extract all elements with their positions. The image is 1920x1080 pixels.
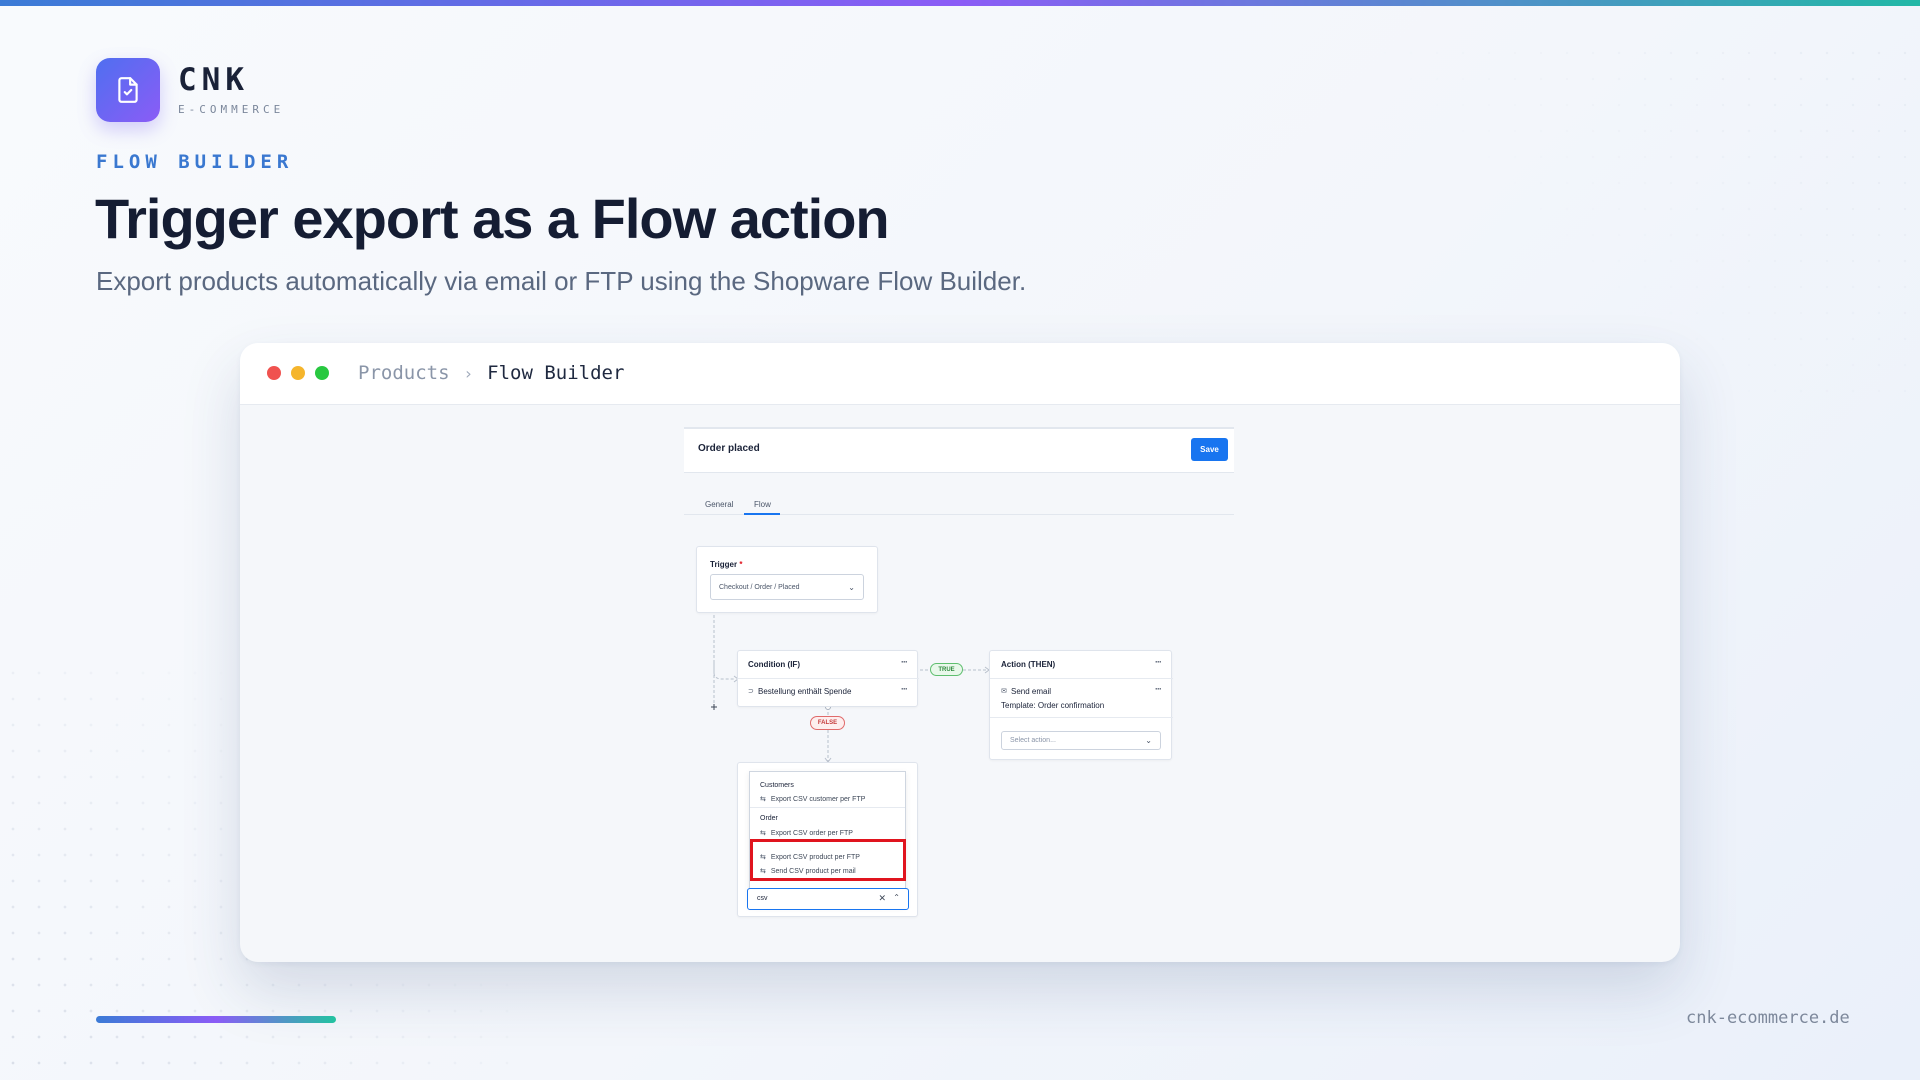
true-badge: TRUE (930, 663, 963, 676)
chevron-down-icon: ⌄ (1145, 736, 1152, 745)
more-options-icon[interactable]: ··· (901, 657, 908, 667)
top-gradient-bar (0, 0, 1920, 6)
rule-options-icon[interactable]: ··· (901, 684, 908, 694)
action-divider (990, 678, 1173, 679)
export-icon: ⇆ (760, 830, 766, 837)
group-divider (750, 807, 905, 808)
action-search-input[interactable]: csv ✕ ⌃ (747, 888, 909, 910)
action-item: Send email (1011, 687, 1052, 696)
rule-icon: ⊃ (748, 688, 754, 695)
brand-tagline: E-COMMERCE (178, 103, 285, 116)
chevron-down-icon: ⌄ (848, 582, 855, 592)
select-action-dropdown[interactable]: Select action... ⌄ (1001, 731, 1161, 750)
condition-card: Condition (IF) ··· ⊃ Bestellung enthält … (737, 650, 919, 707)
trigger-select[interactable]: Checkout / Order / Placed ⌄ (710, 574, 864, 600)
action-divider-2 (990, 717, 1173, 718)
condition-divider (738, 678, 919, 679)
action-card: Action (THEN) ··· ✉ Send email ··· Templ… (989, 650, 1173, 760)
section-eyebrow: FLOW BUILDER (96, 151, 294, 173)
app-window: Products › Flow Builder Order placed Sav… (240, 343, 1680, 962)
brand-name: CNK (178, 62, 249, 98)
page-subtitle: Export products automatically via email … (96, 266, 1027, 296)
option-export-csv-order[interactable]: ⇆ Export CSV order per FTP (760, 829, 853, 838)
file-check-icon (118, 77, 138, 103)
flow-connectors (711, 607, 990, 763)
action-detail: Template: Order confirmation (1001, 701, 1105, 710)
condition-rule: Bestellung enthält Spende (758, 687, 852, 696)
trigger-label: Trigger * (710, 560, 743, 569)
option-export-csv-customer[interactable]: ⇆ Export CSV customer per FTP (760, 795, 865, 804)
mail-icon: ✉ (1001, 688, 1007, 695)
highlight-box (750, 839, 906, 881)
page-title: Trigger export as a Flow action (95, 187, 890, 250)
brand-logo (96, 58, 160, 122)
export-icon: ⇆ (760, 796, 766, 803)
action-item-options-icon[interactable]: ··· (1155, 684, 1162, 694)
clear-icon[interactable]: ✕ (878, 893, 886, 904)
group-customers: Customers (760, 782, 794, 789)
footer-url[interactable]: cnk-ecommerce.de (1686, 1008, 1850, 1028)
group-order: Order (760, 815, 778, 822)
select-action-placeholder: Select action... (1010, 737, 1056, 744)
condition-title: Condition (IF) (748, 660, 800, 669)
trigger-value: Checkout / Order / Placed (719, 583, 800, 591)
search-value: csv (757, 895, 768, 902)
action-title: Action (THEN) (1001, 660, 1056, 669)
more-options-icon[interactable]: ··· (1155, 657, 1162, 667)
chevron-up-icon[interactable]: ⌃ (893, 893, 900, 902)
false-badge: FALSE (810, 716, 845, 730)
footer-gradient-bar (96, 1016, 336, 1023)
trigger-card: Trigger * Checkout / Order / Placed ⌄ (696, 546, 878, 613)
